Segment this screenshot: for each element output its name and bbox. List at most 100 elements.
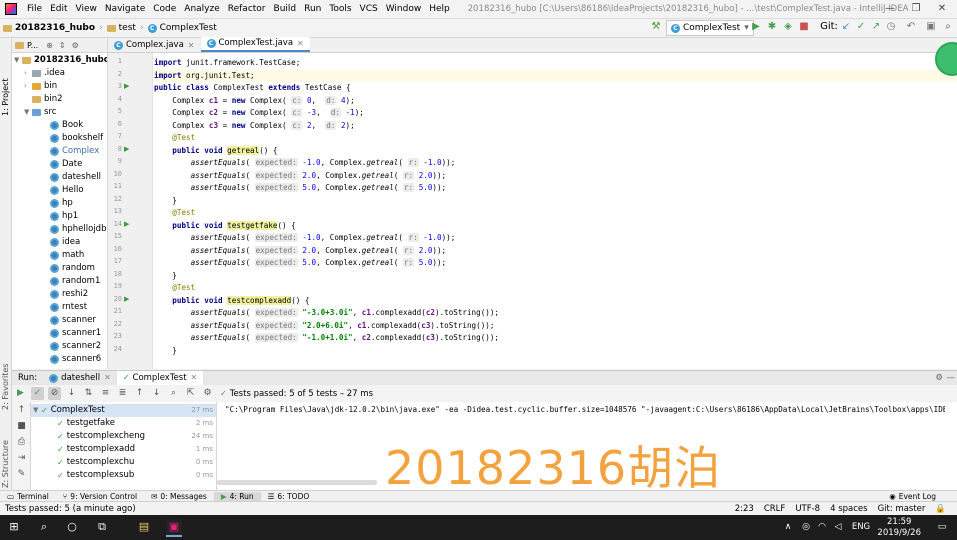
up-icon[interactable]: ↑ bbox=[15, 404, 28, 417]
indent-setting[interactable]: 4 spaces bbox=[825, 504, 872, 514]
collapse-icon[interactable]: ⇕ bbox=[59, 41, 66, 50]
breadcrumb-folder[interactable]: test bbox=[104, 23, 139, 33]
previous-icon[interactable]: ↑ bbox=[133, 387, 146, 400]
sort-alpha-icon[interactable]: ↓ bbox=[65, 387, 78, 400]
tree-item-hphellojdb[interactable]: hphellojdb bbox=[50, 223, 106, 236]
run-tab-complextest[interactable]: ✓ ComplexTest ✕ bbox=[116, 371, 204, 385]
tray-app-icon[interactable]: ◎ bbox=[798, 519, 814, 535]
test-row[interactable]: ✓ testcomplexcheng 24 ms bbox=[31, 430, 216, 443]
menu-help[interactable]: Help bbox=[425, 0, 454, 18]
close-tab-icon[interactable]: ✕ bbox=[104, 371, 111, 385]
settings-icon[interactable]: ▣ bbox=[925, 21, 937, 33]
lock-icon[interactable]: 🔒 bbox=[930, 504, 951, 514]
locate-icon[interactable]: ⊕ bbox=[46, 41, 53, 50]
menu-run[interactable]: Run bbox=[300, 0, 325, 18]
tree-item-scanner2[interactable]: scanner2 bbox=[50, 340, 101, 353]
run-tool-button[interactable]: ▶ 4: Run bbox=[213, 492, 261, 501]
tree-item-hp[interactable]: hp bbox=[50, 197, 73, 210]
structure-tool-button[interactable]: Z: Structure bbox=[1, 440, 10, 488]
tree-item-book[interactable]: Book bbox=[50, 119, 83, 132]
search-icon[interactable]: ⌕ bbox=[36, 519, 52, 535]
run-test-method-icon[interactable]: ▶ bbox=[124, 295, 129, 303]
tree-item-bin2[interactable]: bin2 bbox=[24, 93, 63, 106]
hide-panel-icon[interactable]: — bbox=[947, 373, 956, 383]
stop-icon[interactable]: ■ bbox=[798, 21, 810, 33]
menu-view[interactable]: View bbox=[72, 0, 101, 18]
pin-icon[interactable]: ✎ bbox=[15, 468, 28, 481]
input-language[interactable]: ENG bbox=[848, 519, 874, 535]
tree-item-bin[interactable]: › bin bbox=[24, 80, 57, 93]
file-encoding[interactable]: UTF-8 bbox=[790, 504, 825, 514]
tree-item-scanner[interactable]: scanner bbox=[50, 314, 96, 327]
tree-item-dateshell[interactable]: dateshell bbox=[50, 171, 101, 184]
favorites-tool-button[interactable]: 2: Favorites bbox=[1, 364, 10, 410]
search-icon[interactable]: ⌕ bbox=[167, 387, 180, 400]
tree-item-idea-class[interactable]: idea bbox=[50, 236, 80, 249]
terminal-tool-button[interactable]: ▭ Terminal bbox=[0, 492, 56, 501]
tree-item-complex[interactable]: Complex bbox=[50, 145, 99, 158]
rerun-icon[interactable]: ▶ bbox=[14, 387, 27, 400]
test-row[interactable]: ✓ testcomplexsub 0 ms bbox=[31, 469, 216, 482]
menu-refactor[interactable]: Refactor bbox=[224, 0, 270, 18]
vcs-update-icon[interactable]: ↙ bbox=[840, 21, 852, 33]
tab-complextest-java[interactable]: C ComplexTest.java ✕ bbox=[200, 37, 310, 52]
volume-icon[interactable]: ◁ bbox=[830, 519, 846, 535]
test-row[interactable]: ✓ testgetfake 2 ms bbox=[31, 417, 216, 430]
build-hammer-icon[interactable]: ⚒ bbox=[650, 21, 662, 33]
cortana-icon[interactable]: ○ bbox=[64, 519, 80, 535]
notification-icon[interactable]: ▭ bbox=[934, 519, 950, 535]
test-row[interactable]: ▼ ✓ ComplexTest 27 ms bbox=[31, 404, 216, 417]
project-tool-button[interactable]: 1: Project bbox=[1, 78, 10, 116]
close-tab-icon[interactable]: ✕ bbox=[191, 371, 198, 385]
menu-build[interactable]: Build bbox=[270, 0, 301, 18]
menu-tools[interactable]: Tools bbox=[325, 0, 355, 18]
caret-position[interactable]: 2:23 bbox=[730, 504, 759, 514]
wifi-icon[interactable]: ◠ bbox=[814, 519, 830, 535]
coverage-icon[interactable]: ◈ bbox=[782, 21, 794, 33]
tree-root[interactable]: ▼ 20182316_hubo bbox=[14, 54, 107, 67]
event-log-tool-button[interactable]: ◉ Event Log bbox=[882, 492, 943, 501]
run-test-class-icon[interactable]: ▶ bbox=[124, 82, 129, 90]
tree-item-scanner1[interactable]: scanner1 bbox=[50, 327, 101, 340]
vcs-commit-icon[interactable]: ✓ bbox=[855, 21, 867, 33]
menu-window[interactable]: Window bbox=[382, 0, 426, 18]
version-control-tool-button[interactable]: ⑂ 9: Version Control bbox=[56, 492, 144, 501]
vcs-push-icon[interactable]: ↗ bbox=[870, 21, 882, 33]
menu-file[interactable]: File bbox=[23, 0, 46, 18]
tree-item-scanner6[interactable]: scanner6 bbox=[50, 353, 101, 366]
search-icon[interactable]: ⌕ bbox=[942, 21, 954, 33]
git-branch[interactable]: Git: master bbox=[873, 504, 931, 514]
breadcrumb-project[interactable]: 20182316_hubo bbox=[0, 23, 98, 33]
close-tab-icon[interactable]: ✕ bbox=[297, 37, 304, 50]
task-view-icon[interactable]: ⧉ bbox=[94, 519, 110, 535]
line-separator[interactable]: CRLF bbox=[759, 504, 790, 514]
menu-analyze[interactable]: Analyze bbox=[180, 0, 223, 18]
project-view-select[interactable]: P... bbox=[27, 41, 38, 50]
horizontal-scrollbar[interactable] bbox=[217, 480, 377, 485]
windows-start-icon[interactable]: ⊞ bbox=[6, 519, 22, 535]
tree-item-math[interactable]: math bbox=[50, 249, 84, 262]
tree-item-reshi2[interactable]: reshi2 bbox=[50, 288, 88, 301]
tree-item-random[interactable]: random bbox=[50, 262, 95, 275]
expand-all-icon[interactable]: ≡ bbox=[99, 387, 112, 400]
close-tab-icon[interactable]: ✕ bbox=[188, 39, 195, 52]
camera-icon[interactable]: ⎙ bbox=[15, 436, 28, 449]
history-icon[interactable]: ◷ bbox=[885, 21, 897, 33]
console-output[interactable]: "C:\Program Files\Java\jdk-12.0.2\bin\ja… bbox=[217, 402, 957, 495]
tree-item-date[interactable]: Date bbox=[50, 158, 82, 171]
code-area[interactable]: import junit.framework.TestCase; import … bbox=[154, 53, 957, 369]
show-ignored-icon[interactable]: ⊘ bbox=[48, 387, 61, 400]
menu-code[interactable]: Code bbox=[149, 0, 180, 18]
run-tab-dateshell[interactable]: dateshell ✕ bbox=[43, 371, 117, 385]
menu-edit[interactable]: Edit bbox=[46, 0, 71, 18]
login-icon[interactable]: ⇥ bbox=[15, 452, 28, 465]
tree-item-hp1[interactable]: hp1 bbox=[50, 210, 78, 223]
tree-item-random1[interactable]: random1 bbox=[50, 275, 100, 288]
status-message[interactable]: Tests passed: 5 (a minute ago) bbox=[0, 504, 141, 514]
maximize-button[interactable]: ❐ bbox=[903, 0, 929, 18]
revert-icon[interactable]: ↶ bbox=[905, 21, 917, 33]
messages-tool-button[interactable]: ✉ 0: Messages bbox=[144, 492, 214, 501]
test-row[interactable]: ✓ testcomplexchu 0 ms bbox=[31, 456, 216, 469]
todo-tool-button[interactable]: ☰ 6: TODO bbox=[261, 492, 317, 501]
run-icon[interactable]: ▶ bbox=[750, 21, 762, 33]
